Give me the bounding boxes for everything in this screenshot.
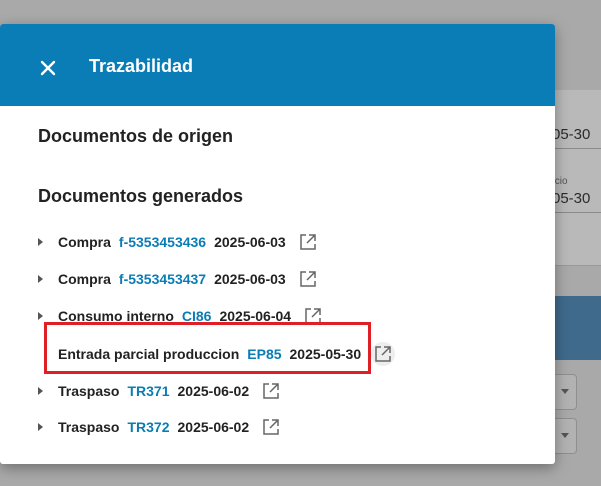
open-in-new-icon[interactable]: [371, 342, 396, 366]
document-type: Traspaso: [58, 419, 120, 435]
origin-documents-title: Documentos de origen: [38, 126, 234, 146]
expand-caret-icon[interactable]: [34, 230, 46, 254]
generated-documents-title: Documentos generados: [38, 186, 244, 206]
list-item: Compra f-5353453437 2025-06-03: [34, 267, 320, 291]
document-type: Traspaso: [58, 383, 120, 399]
close-button[interactable]: [34, 54, 62, 82]
document-code-link[interactable]: f-5353453437: [119, 271, 206, 287]
expand-caret-icon[interactable]: [34, 379, 46, 403]
background-select-1: [552, 374, 577, 410]
list-item: Traspaso TR371 2025-06-02: [34, 379, 283, 403]
close-icon: [40, 60, 56, 76]
dialog-header: Trazabilidad: [0, 24, 555, 106]
document-type: Compra: [58, 234, 111, 250]
traceability-dialog: Trazabilidad Documentos de origen Docume…: [0, 24, 555, 464]
document-date: 2025-06-03: [214, 271, 286, 287]
open-in-new-icon[interactable]: [259, 415, 283, 439]
document-date: 2025-06-02: [177, 383, 250, 399]
expand-caret-icon[interactable]: [34, 267, 46, 291]
open-in-new-icon[interactable]: [296, 230, 320, 254]
background-date-field-1: 05-30: [552, 120, 601, 149]
document-code-link[interactable]: f-5353453436: [119, 234, 206, 250]
highlight-box: [44, 322, 371, 374]
list-item: Compra f-5353453436 2025-06-03: [34, 230, 320, 254]
background-date-field-2: 05-30: [552, 184, 601, 213]
background-select-2: [552, 418, 577, 454]
open-in-new-icon[interactable]: [296, 267, 320, 291]
document-code-link[interactable]: TR372: [127, 419, 169, 435]
document-date: 2025-06-02: [177, 419, 250, 435]
list-item: Traspaso TR372 2025-06-02: [34, 415, 283, 439]
open-in-new-icon[interactable]: [259, 379, 283, 403]
background-blue-band: [552, 296, 601, 360]
document-date: 2025-06-03: [214, 234, 286, 250]
dialog-title: Trazabilidad: [89, 56, 194, 76]
document-code-link[interactable]: TR371: [127, 383, 169, 399]
document-type: Compra: [58, 271, 111, 287]
expand-caret-icon[interactable]: [34, 415, 46, 439]
